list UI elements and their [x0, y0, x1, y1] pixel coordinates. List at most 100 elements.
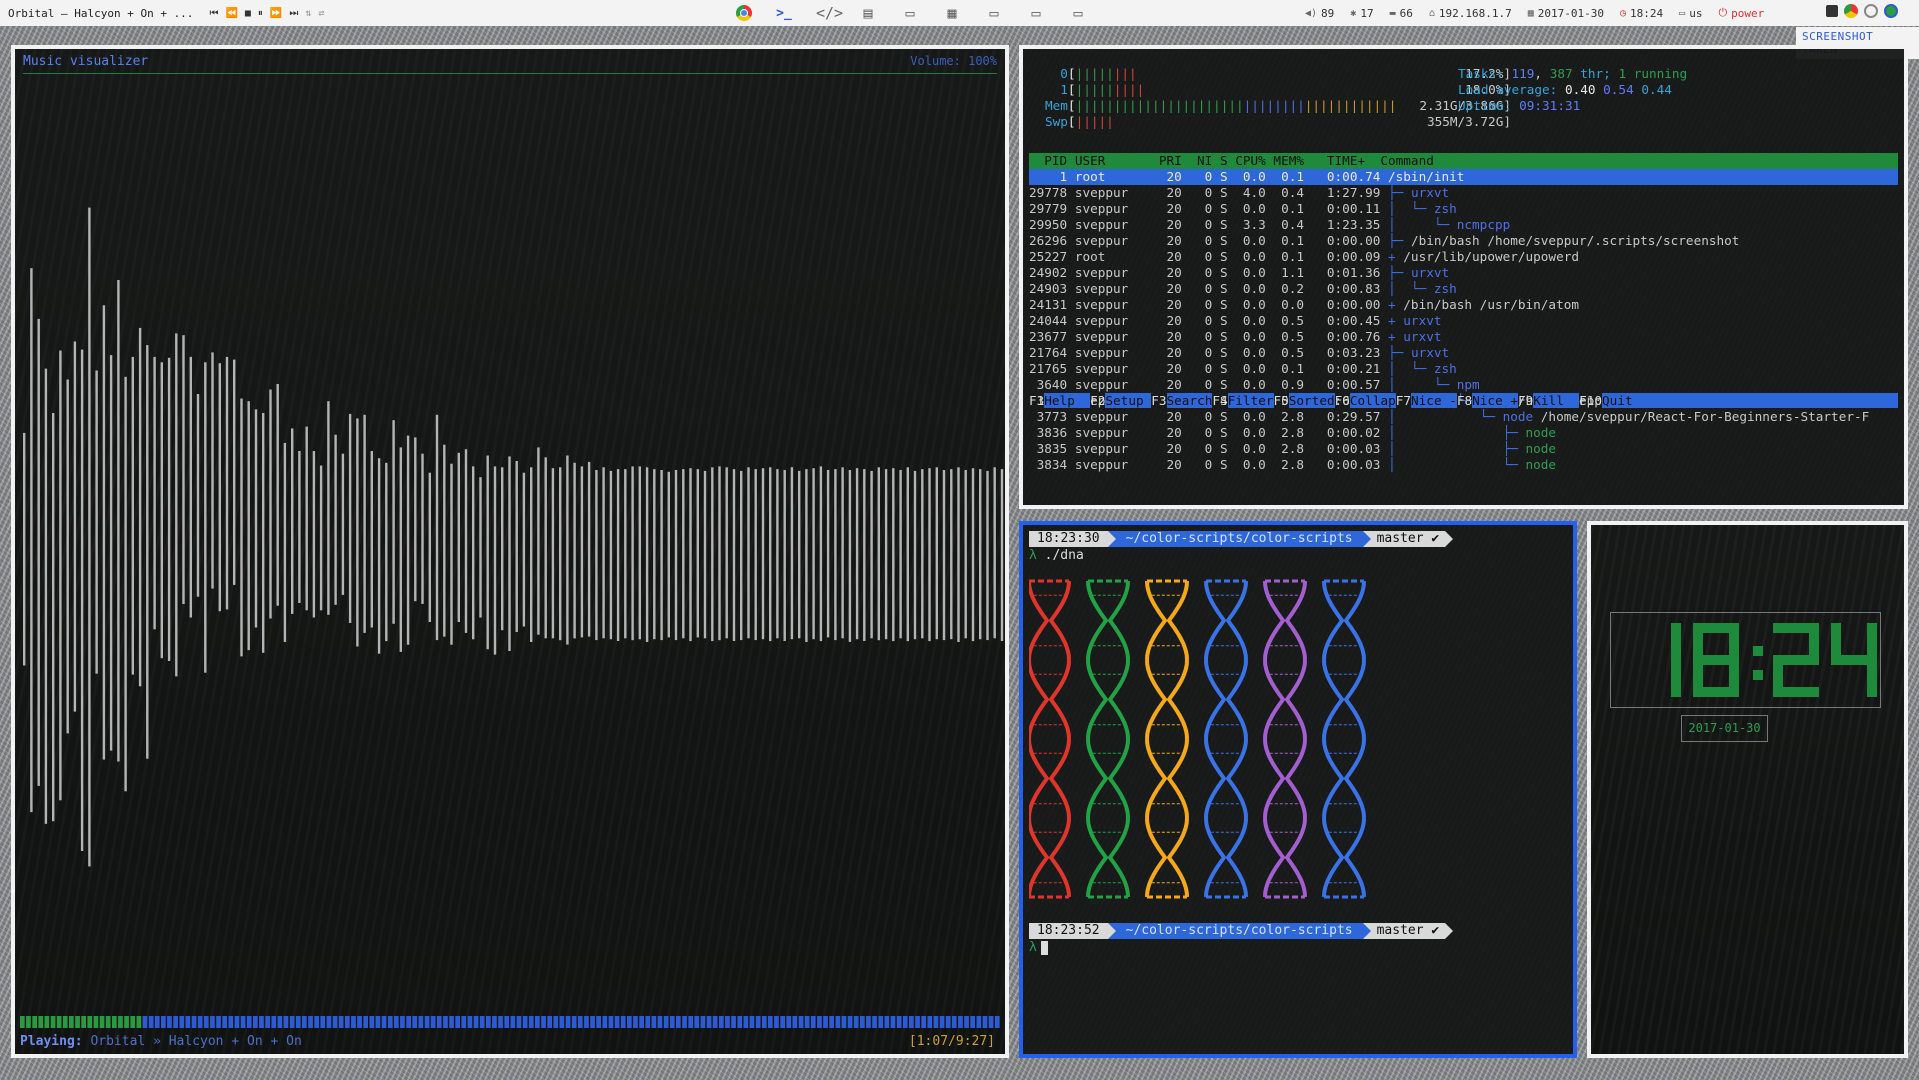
spectrum-bar — [776, 469, 779, 639]
terminal-window[interactable]: 18:23:30 ~/color-scripts/color-scripts m… — [1019, 521, 1577, 1058]
media-control-icon[interactable]: ⏮ — [209, 8, 218, 19]
process-row[interactable]: 24131 sveppur 20 0 S 0.0 0.0 0:00.00 + /… — [1029, 297, 1898, 313]
fkey-f9[interactable]: F9 — [1518, 393, 1533, 408]
media-control-icon[interactable]: ⏸ — [258, 8, 263, 19]
media-control-icon[interactable]: ⏩ — [270, 8, 282, 19]
process-row[interactable]: 23677 sveppur 20 0 S 0.0 0.5 0:00.76 + u… — [1029, 329, 1898, 345]
terminal-icon[interactable]: >_ — [774, 6, 794, 21]
clock-segment — [1773, 660, 1783, 697]
fkey-f4[interactable]: F4 — [1212, 393, 1227, 408]
fkey-f5[interactable]: F5 — [1274, 393, 1289, 408]
music-visualizer-window[interactable]: Music visualizer Volume: 100% Playing: O… — [11, 45, 1009, 1058]
progress-segment — [136, 1016, 142, 1028]
meter-label: 0 — [1045, 66, 1068, 81]
spectrum-bar — [66, 379, 69, 734]
spectrum-bar — [189, 356, 192, 618]
process-fields: 24131 sveppur 20 0 S 0.0 0.0 0:00.00 — [1029, 297, 1389, 312]
battery-value: 66 — [1399, 6, 1413, 20]
monitor-icon[interactable]: ▭ — [984, 4, 1004, 22]
fkey-f10[interactable]: F10 — [1579, 393, 1602, 408]
fkey-label[interactable]: Help — [1044, 393, 1091, 408]
fkey-label[interactable]: Quit — [1602, 393, 1633, 408]
fkey-label[interactable]: Kill — [1533, 393, 1580, 408]
media-control-icon[interactable]: ■ — [245, 8, 251, 19]
sync-tray-icon[interactable] — [1884, 4, 1898, 18]
media-control-icon[interactable]: ⇄ — [318, 8, 324, 19]
media-control-icon[interactable]: ⏪ — [225, 8, 237, 19]
date-indicator[interactable]: ▦ 2017-01-30 — [1528, 7, 1604, 20]
media-control-icon[interactable]: ⏭ — [289, 8, 298, 19]
process-row[interactable]: 24903 sveppur 20 0 S 0.0 0.2 0:00.83 │ └… — [1029, 281, 1898, 297]
spectrum-bar — [964, 470, 967, 639]
fkey-label[interactable]: Collap — [1349, 393, 1396, 408]
spectrum-bar — [44, 368, 48, 824]
top-panel: Orbital – Halcyon + On + ... ⏮ ⏪ ■ ⏸ ⏩ ⏭ ⇅ ⇄ >_… — [0, 0, 1919, 26]
progress-segment — [743, 1016, 749, 1028]
process-row[interactable]: 3773 sveppur 20 0 S 0.0 2.8 0:29.57 │ └─… — [1029, 409, 1898, 425]
battery-indicator[interactable]: ▬ 66 — [1390, 7, 1413, 20]
progress-segment — [909, 1016, 914, 1028]
process-row[interactable]: 29779 sveppur 20 0 S 0.0 0.1 0:00.11 │ └… — [1029, 201, 1898, 217]
folder-icon[interactable]: ▭ — [900, 4, 920, 22]
process-row[interactable]: 26296 sveppur 20 0 S 0.0 0.1 0:00.00 ├─ … — [1029, 233, 1898, 249]
chrome-icon[interactable] — [736, 5, 752, 21]
process-row[interactable]: 3836 sveppur 20 0 S 0.0 2.8 0:00.02 │ ├─… — [1029, 425, 1898, 441]
progress-segment — [817, 1016, 822, 1028]
clock-window[interactable]: 2017-01-30 — [1587, 521, 1908, 1058]
process-row[interactable]: 3834 sveppur 20 0 S 0.0 2.8 0:00.03 │ └─… — [1029, 457, 1898, 473]
volume-indicator[interactable]: ◀) 89 — [1305, 7, 1334, 20]
dna-strand — [1166, 659, 1189, 740]
process-row[interactable]: 29950 sveppur 20 0 S 3.3 0.4 1:23.35 │ └… — [1029, 217, 1898, 233]
fkey-label[interactable]: Nice - — [1411, 393, 1457, 408]
process-command: urxvt — [1410, 265, 1450, 280]
fkey-f6[interactable]: F6 — [1335, 393, 1350, 408]
process-fields: 29779 sveppur 20 0 S 0.0 0.1 0:00.11 — [1029, 201, 1389, 216]
chrome-tray-icon[interactable] — [1844, 4, 1858, 18]
process-row[interactable]: 1 root 20 0 S 0.0 0.1 0:00.74 /sbin/init — [1029, 169, 1898, 185]
power-button[interactable]: ⏻ power — [1718, 6, 1764, 20]
process-row[interactable]: 21765 sveppur 20 0 S 0.0 0.1 0:00.21 │ └… — [1029, 361, 1898, 377]
monitor-icon[interactable]: ▭ — [1068, 4, 1088, 22]
process-row[interactable]: 25227 root 20 0 S 0.0 0.1 0:00.09 + /usr… — [1029, 249, 1898, 265]
network-tray-icon[interactable] — [1826, 5, 1838, 17]
fkey-f3[interactable]: F3 — [1151, 393, 1166, 408]
prompt-1: 18:23:30 ~/color-scripts/color-scripts m… — [1029, 531, 1454, 547]
fkey-f1[interactable]: F1 — [1029, 393, 1044, 408]
playback-progress-bar[interactable] — [20, 1016, 1001, 1028]
table-header[interactable]: PID USER PRI NI S CPU% MEM% TIME+ Comman… — [1029, 153, 1898, 169]
clock-segment — [1867, 660, 1877, 697]
fkey-f7[interactable]: F7 — [1396, 393, 1411, 408]
process-row[interactable]: 3835 sveppur 20 0 S 0.0 2.8 0:00.03 │ ├─… — [1029, 441, 1898, 457]
monitor-icon[interactable]: ▭ — [1026, 4, 1046, 22]
network-indicator[interactable]: ⌂ 192.168.1.7 — [1429, 7, 1512, 20]
fkey-label[interactable]: Sorted — [1288, 393, 1335, 408]
progress-segment — [363, 1016, 368, 1028]
process-row[interactable]: 21764 sveppur 20 0 S 0.0 0.5 0:03.23 ├─ … — [1029, 345, 1898, 361]
time-indicator[interactable]: ◷ 18:24 — [1620, 7, 1663, 20]
process-row[interactable]: 3640 sveppur 20 0 S 0.0 0.9 0:00.57 │ └─… — [1029, 377, 1898, 393]
spectrum-bar — [769, 467, 772, 642]
keyboard-indicator[interactable]: ▭ us — [1679, 7, 1702, 20]
media-control-icon[interactable]: ⇅ — [305, 8, 311, 19]
htop-window[interactable]: 0[|||||||| 17.2%] 1[||||||||| 18.0%] Mem[… — [1019, 45, 1908, 509]
process-row[interactable]: 29778 sveppur 20 0 S 4.0 0.4 1:27.99 ├─ … — [1029, 185, 1898, 201]
fkey-label[interactable]: Filter — [1227, 393, 1274, 408]
process-row[interactable]: 24044 sveppur 20 0 S 0.0 0.5 0:00.45 + u… — [1029, 313, 1898, 329]
input-line[interactable]: λ — [1029, 940, 1048, 955]
film-icon[interactable]: ▦ — [942, 4, 962, 22]
code-icon[interactable]: </> — [816, 4, 843, 22]
process-row[interactable]: 24902 sveppur 20 0 S 0.0 1.1 0:01.36 ├─ … — [1029, 265, 1898, 281]
brightness-indicator[interactable]: ✱ 17 — [1350, 7, 1373, 20]
fkey-f2[interactable]: F2 — [1090, 393, 1105, 408]
fkey-label[interactable]: Search — [1166, 393, 1213, 408]
clock-segment — [1671, 660, 1681, 697]
process-tree-branch: │ └─ — [1388, 409, 1503, 424]
progress-segment — [933, 1016, 939, 1028]
dna-strand — [1263, 659, 1286, 740]
update-tray-icon[interactable] — [1864, 4, 1878, 18]
fkey-label[interactable]: Setup — [1105, 393, 1152, 408]
progress-segment — [154, 1016, 160, 1028]
fkey-label[interactable]: Nice + — [1472, 393, 1518, 408]
files-icon[interactable]: ▤ — [858, 4, 878, 22]
fkey-f8[interactable]: F8 — [1457, 393, 1472, 408]
